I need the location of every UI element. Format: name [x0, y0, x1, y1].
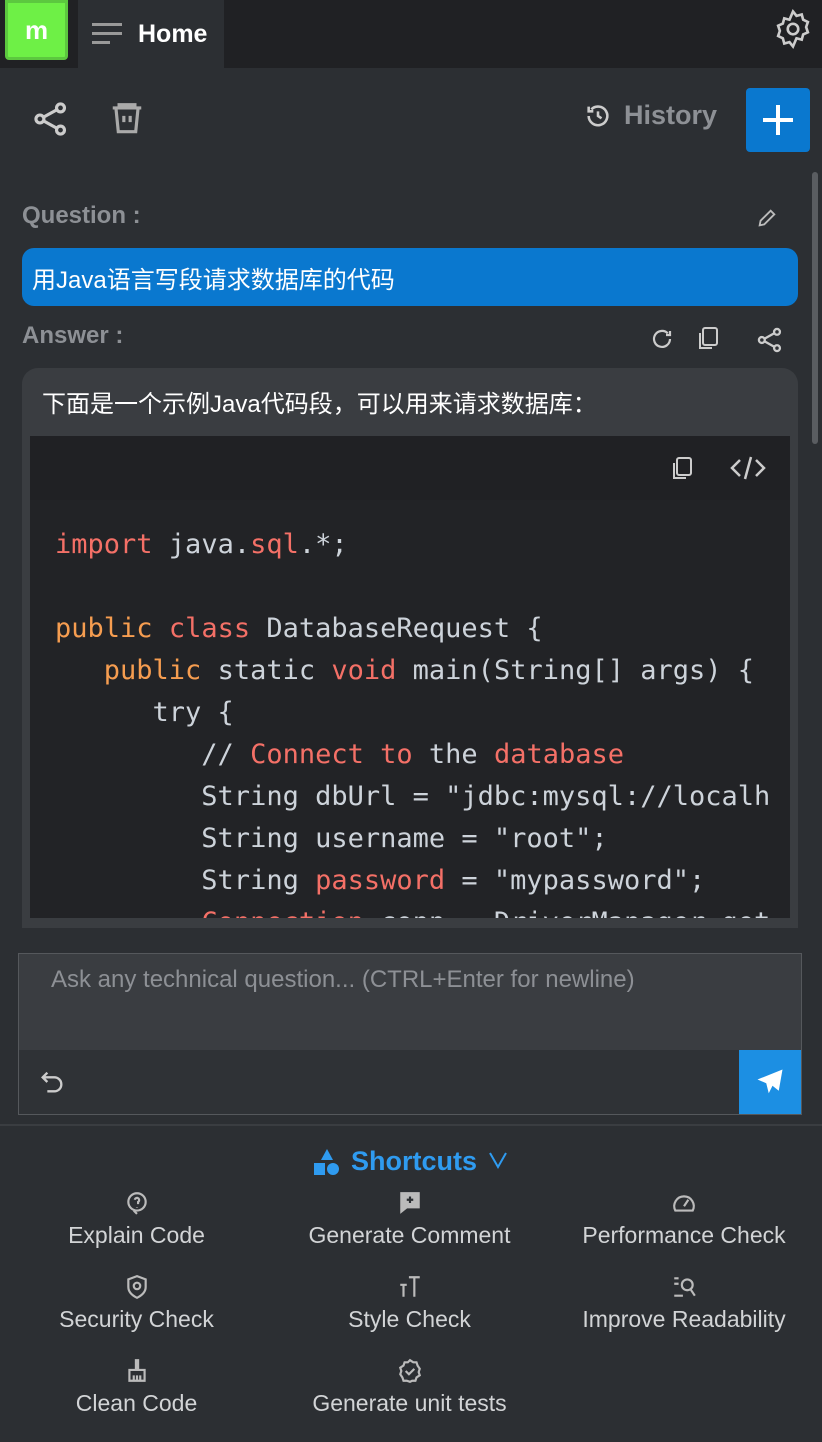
undo-icon[interactable] [37, 1068, 67, 1096]
gauge-icon [673, 1195, 695, 1212]
share-icon[interactable] [32, 100, 70, 138]
answer-intro: 下面是一个示例Java代码段，可以用来请求数据库： [42, 391, 597, 418]
shortcuts-grid: Explain Code Generate Comment Performance … [0, 1190, 822, 1432]
input-placeholder: Ask any technical question... (CTRL+Ente… [51, 966, 635, 993]
code-token: to [380, 739, 413, 770]
code-line: try { [55, 692, 790, 734]
code-line: import java.sql.*; [55, 524, 790, 566]
code-token: Connect [250, 739, 364, 770]
broom-icon [127, 1359, 146, 1382]
shortcut-security-check[interactable]: Security Check [0, 1274, 273, 1348]
tab-label: Home [138, 19, 208, 48]
refresh-icon[interactable] [650, 327, 674, 351]
logo[interactable]: m [5, 0, 68, 60]
code-token: try { [55, 697, 234, 728]
scrollbar[interactable] [812, 172, 818, 444]
code-line: // Connect to the database [55, 734, 790, 776]
shortcut-improve-readability[interactable]: Improve Readability [546, 1274, 822, 1348]
history-button[interactable]: History [584, 100, 717, 131]
code-token: main(String[] args) { [396, 655, 755, 686]
shortcut-label: Generate Comment [308, 1222, 511, 1248]
list-search-icon [674, 1277, 696, 1297]
menu-icon [92, 23, 122, 44]
code-token: .*; [298, 529, 348, 560]
code-token: public [103, 655, 202, 686]
code-line: public class DatabaseRequest { [55, 608, 790, 650]
shortcut-explain-code[interactable]: Explain Code [0, 1190, 273, 1264]
question-bubble: 用Java语言写段请求数据库的代码 [22, 248, 798, 306]
badge-check-icon [398, 1358, 421, 1384]
code-token: String username = "root"; [55, 823, 608, 854]
question-label: Question : [22, 202, 141, 229]
trash-icon[interactable] [108, 100, 146, 138]
code-token: = "mypassword"; [445, 865, 706, 896]
code-token: String dbUrl = "jdbc:mysql://localh [55, 781, 771, 812]
answer-label: Answer : [22, 322, 124, 349]
divider [0, 1124, 822, 1126]
input-toolbar [19, 1050, 801, 1114]
send-icon [757, 1069, 783, 1094]
code-header [30, 436, 790, 500]
shortcut-performance-check[interactable]: Performance Check [546, 1190, 822, 1264]
send-button[interactable] [739, 1050, 801, 1114]
shortcut-label: Security Check [59, 1306, 214, 1332]
code-line: String username = "root"; [55, 818, 790, 860]
comment-plus-icon [399, 1192, 420, 1214]
code-token: // [55, 739, 251, 770]
code-line: String password = "mypassword"; [55, 860, 790, 902]
code-token: conn = DriverManager.get [364, 907, 770, 918]
code-token: static [201, 655, 332, 686]
code-block: import java.sql.*; public class DatabaseR… [30, 500, 790, 918]
tab-home[interactable]: Home [78, 0, 224, 68]
code-token: java. [152, 529, 251, 560]
shortcut-label: Explain Code [68, 1222, 205, 1248]
new-chat-button[interactable] [746, 88, 810, 152]
shortcut-style-check[interactable]: Style Check [273, 1274, 546, 1348]
answer-box: 下面是一个示例Java代码段，可以用来请求数据库： import java.sq… [22, 368, 798, 928]
code-line: public static void main(String[] args) { [55, 650, 790, 692]
code-line: Connection conn = DriverManager.get [55, 902, 790, 918]
shortcut-generate-comment[interactable]: Generate Comment [273, 1190, 546, 1264]
code-token: the [412, 739, 494, 770]
plus-icon [763, 105, 793, 135]
code-token: Connection [201, 907, 364, 918]
shortcut-label: Style Check [348, 1306, 471, 1332]
code-token: sql [250, 529, 299, 560]
shortcuts-toggle[interactable]: Shortcuts [0, 1146, 822, 1177]
code-token: database [493, 739, 624, 770]
shortcut-clean-code[interactable]: Clean Code [0, 1358, 273, 1432]
share-answer-icon[interactable] [756, 326, 784, 354]
chevron-down-icon [489, 1152, 507, 1169]
code-token: String [55, 865, 316, 896]
copy-icon[interactable] [696, 326, 720, 352]
shortcut-label: Improve Readability [582, 1306, 786, 1332]
copy-code-icon[interactable] [670, 456, 694, 482]
question-icon [126, 1192, 147, 1215]
code-line: String dbUrl = "jdbc:mysql://localh [55, 776, 790, 818]
text-size-icon [399, 1276, 420, 1297]
shortcut-label: Clean Code [75, 1390, 198, 1416]
question-input[interactable]: Ask any technical question... (CTRL+Ente… [18, 953, 802, 1115]
code-icon[interactable] [730, 454, 766, 482]
shield-icon [126, 1275, 147, 1300]
edit-icon[interactable] [756, 207, 778, 229]
gear-icon[interactable] [772, 8, 814, 50]
shortcut-generate-unit-tests[interactable]: Generate unit tests [273, 1358, 546, 1432]
code-token: public [55, 613, 153, 644]
code-token: import [55, 529, 153, 560]
code-token: DatabaseRequest { [250, 613, 543, 644]
code-token: void [331, 655, 397, 686]
history-icon [587, 104, 609, 127]
code-token: password [315, 865, 446, 896]
shortcut-label: Performance Check [582, 1222, 786, 1248]
shapes-icon [313, 1148, 339, 1175]
code-token: class [168, 613, 251, 644]
shortcut-label: Generate unit tests [312, 1390, 507, 1416]
